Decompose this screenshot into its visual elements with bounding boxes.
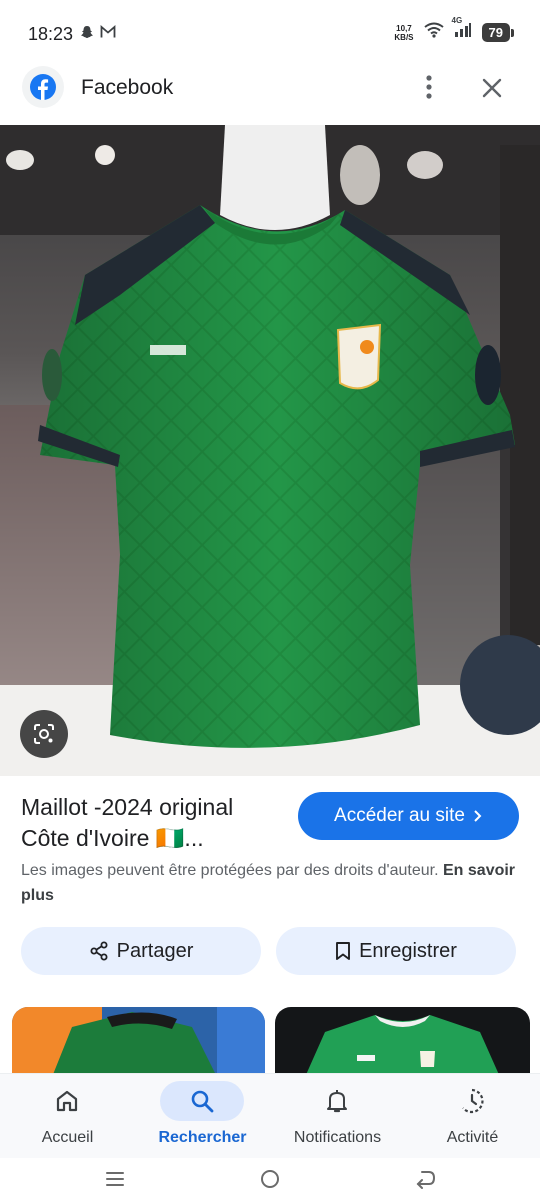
net-speed: 10,7 KB/S	[394, 23, 414, 42]
nav-notifications[interactable]: Notifications	[270, 1074, 405, 1159]
home-button[interactable]	[255, 1164, 285, 1194]
bottom-navigation: Accueil Rechercher Notifications Activit…	[0, 1073, 540, 1158]
lens-search-button[interactable]	[20, 710, 68, 758]
system-navigation-bar	[0, 1158, 540, 1200]
close-icon	[482, 78, 502, 98]
wifi-icon	[423, 22, 444, 43]
gmail-icon	[100, 25, 116, 44]
viewer-header: Facebook	[0, 62, 540, 118]
back-icon	[416, 1171, 436, 1189]
more-options-button[interactable]	[414, 72, 444, 102]
history-icon	[462, 1088, 484, 1114]
status-time: 18:23	[28, 24, 74, 44]
bookmark-icon	[336, 942, 351, 960]
visit-site-button[interactable]: Accéder au site	[298, 792, 519, 840]
nav-home[interactable]: Accueil	[0, 1074, 135, 1159]
bell-icon	[327, 1090, 347, 1113]
share-button[interactable]: Partager	[21, 927, 261, 975]
nav-search[interactable]: Rechercher	[135, 1074, 270, 1159]
recents-icon	[106, 1172, 124, 1186]
close-button[interactable]	[476, 72, 508, 104]
chevron-right-icon	[474, 810, 482, 822]
snapchat-icon	[80, 25, 94, 44]
related-image-thumbnail[interactable]	[275, 1007, 530, 1077]
home-circle-icon	[261, 1170, 279, 1188]
back-button[interactable]	[410, 1164, 440, 1194]
source-title: Facebook	[81, 76, 174, 99]
facebook-logo-icon	[22, 66, 64, 108]
share-icon	[90, 941, 108, 961]
result-image[interactable]	[0, 125, 540, 776]
save-button[interactable]: Enregistrer	[276, 927, 516, 975]
search-icon	[191, 1090, 214, 1113]
battery-indicator: 79	[481, 23, 515, 42]
home-icon	[56, 1090, 78, 1112]
status-bar: 18:23 10,7 KB/S 4G 79	[0, 0, 540, 68]
result-title[interactable]: Maillot -2024 original Côte d'Ivoire 🇨🇮.…	[21, 792, 291, 854]
lens-icon	[34, 724, 54, 744]
nav-activity[interactable]: Activité	[405, 1074, 540, 1159]
more-vert-icon	[426, 75, 432, 99]
recents-button[interactable]	[100, 1164, 130, 1194]
copyright-notice: Les images peuvent être protégées par de…	[21, 862, 516, 904]
cell-signal-icon: 4G	[452, 16, 472, 43]
related-image-thumbnail[interactable]	[12, 1007, 265, 1077]
